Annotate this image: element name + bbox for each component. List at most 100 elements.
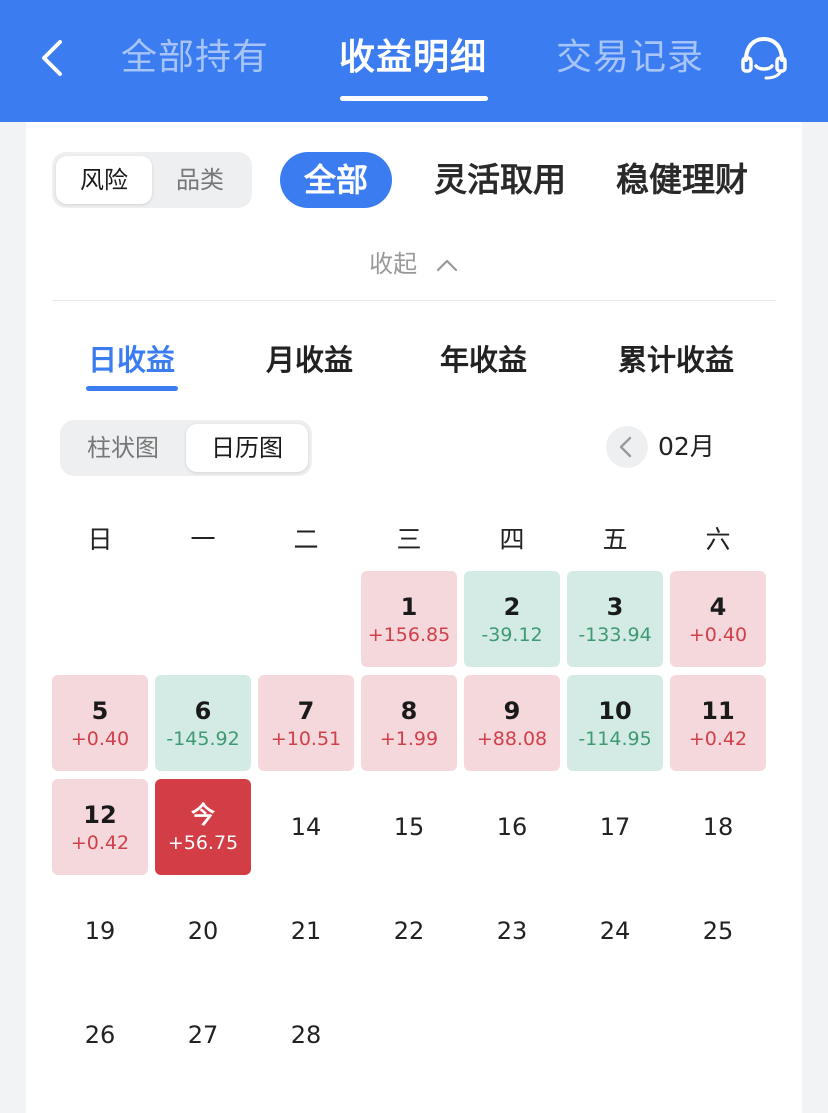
calendar-day[interactable]: 10 -114.95 <box>567 675 663 771</box>
calendar-day[interactable]: 1 +156.85 <box>361 571 457 667</box>
day-earnings-value: -39.12 <box>481 624 543 646</box>
day-number: 23 <box>496 917 528 945</box>
tab-all-holdings[interactable]: 全部持有 <box>121 32 269 84</box>
calendar-day[interactable]: 27 <box>155 987 251 1083</box>
headset-icon[interactable] <box>738 34 790 82</box>
tab-earnings-detail[interactable]: 收益明细 <box>339 32 487 84</box>
day-earnings-value: +88.08 <box>476 728 548 750</box>
period-tab-indicator <box>86 386 178 391</box>
tab-monthly-earnings[interactable]: 月收益 <box>266 336 353 384</box>
calendar-day[interactable]: 9 +88.08 <box>464 675 560 771</box>
day-number: 17 <box>599 813 631 841</box>
calendar-day[interactable]: 11 +0.42 <box>670 675 766 771</box>
day-earnings-value: -145.92 <box>166 728 240 750</box>
day-number: 1 <box>400 593 418 621</box>
day-number: 5 <box>91 697 109 725</box>
weekday-label: 一 <box>190 525 216 554</box>
day-earnings-value: +0.42 <box>688 728 748 750</box>
day-number: 10 <box>598 697 632 725</box>
segment-category[interactable]: 品类 <box>152 156 248 204</box>
calendar-day[interactable]: 18 <box>670 779 766 875</box>
collapse-toggle[interactable]: 收起 <box>26 240 802 288</box>
day-number: 6 <box>194 697 212 725</box>
calendar-day[interactable]: 24 <box>567 883 663 979</box>
tab-yearly-earnings[interactable]: 年收益 <box>440 336 527 384</box>
calendar-day[interactable]: 2 -39.12 <box>464 571 560 667</box>
calendar-day[interactable]: 3 -133.94 <box>567 571 663 667</box>
day-number: 15 <box>393 813 425 841</box>
month-label: 02月 <box>658 432 715 461</box>
category-flexible[interactable]: 灵活取用 <box>434 152 566 208</box>
day-earnings-value: +0.42 <box>70 832 130 854</box>
day-number: 8 <box>400 697 418 725</box>
tab-cumulative-earnings[interactable]: 累计收益 <box>618 336 734 384</box>
calendar-day[interactable]: 16 <box>464 779 560 875</box>
day-number: 4 <box>709 593 727 621</box>
day-number: 7 <box>297 697 315 725</box>
day-number: 26 <box>84 1021 116 1049</box>
day-number: 11 <box>701 697 735 725</box>
day-number: 19 <box>84 917 116 945</box>
calendar-day[interactable]: 8 +1.99 <box>361 675 457 771</box>
calendar-day[interactable]: 20 <box>155 883 251 979</box>
day-earnings-value: +1.99 <box>379 728 439 750</box>
weekday-label: 六 <box>705 525 731 554</box>
view-toggle: 柱状图 日历图 <box>60 420 312 476</box>
chevron-left-icon[interactable] <box>34 36 74 80</box>
day-number: 20 <box>187 917 219 945</box>
day-earnings-value: -133.94 <box>578 624 652 646</box>
calendar-day[interactable]: 28 <box>258 987 354 1083</box>
segment-risk[interactable]: 风险 <box>56 156 152 204</box>
day-number: 24 <box>599 917 631 945</box>
calendar-day[interactable]: 15 <box>361 779 457 875</box>
day-earnings-value: +10.51 <box>270 728 342 750</box>
weekday-label: 二 <box>293 525 319 554</box>
weekday-label: 四 <box>499 525 525 554</box>
calendar-day[interactable]: 19 <box>52 883 148 979</box>
calendar-day[interactable]: 6 -145.92 <box>155 675 251 771</box>
day-number: 12 <box>83 801 117 829</box>
day-earnings-value: +56.75 <box>167 832 239 854</box>
calendar-day-today[interactable]: 今 +56.75 <box>155 779 251 875</box>
day-number: 3 <box>606 593 624 621</box>
top-nav-bar: 全部持有 收益明细 交易记录 <box>0 0 828 122</box>
day-earnings-value: +0.40 <box>70 728 130 750</box>
view-calendar[interactable]: 日历图 <box>186 424 308 472</box>
calendar-day[interactable]: 25 <box>670 883 766 979</box>
category-all-pill[interactable]: 全部 <box>280 152 392 208</box>
collapse-label: 收起 <box>369 250 418 278</box>
active-tab-indicator <box>340 96 488 101</box>
calendar-day[interactable]: 4 +0.40 <box>670 571 766 667</box>
tab-transaction-records[interactable]: 交易记录 <box>556 32 704 84</box>
calendar-day[interactable]: 23 <box>464 883 560 979</box>
day-earnings-value: -114.95 <box>578 728 652 750</box>
day-number: 25 <box>702 917 734 945</box>
day-number: 9 <box>503 697 521 725</box>
tab-daily-earnings[interactable]: 日收益 <box>88 336 175 384</box>
calendar-day[interactable]: 5 +0.40 <box>52 675 148 771</box>
day-number: 14 <box>290 813 322 841</box>
calendar-day[interactable]: 21 <box>258 883 354 979</box>
calendar-day[interactable]: 7 +10.51 <box>258 675 354 771</box>
day-number: 18 <box>702 813 734 841</box>
day-number: 21 <box>290 917 322 945</box>
weekday-label: 三 <box>396 525 422 554</box>
day-number: 2 <box>503 593 521 621</box>
day-number: 28 <box>290 1021 322 1049</box>
calendar-day[interactable]: 22 <box>361 883 457 979</box>
day-earnings-value: +0.40 <box>688 624 748 646</box>
calendar-day[interactable]: 12 +0.42 <box>52 779 148 875</box>
calendar-day[interactable]: 26 <box>52 987 148 1083</box>
prev-month-button[interactable] <box>606 426 648 468</box>
weekday-label: 日 <box>87 525 113 554</box>
category-stable[interactable]: 稳健理财 <box>616 152 748 208</box>
calendar-day[interactable]: 14 <box>258 779 354 875</box>
chevron-up-icon <box>436 259 457 272</box>
divider <box>52 300 776 301</box>
content-card: 风险 品类 全部 灵活取用 稳健理财 收起 日收益 月收益 年收益 累计收益 柱… <box>26 122 802 1113</box>
calendar-day[interactable]: 17 <box>567 779 663 875</box>
day-earnings-value: +156.85 <box>367 624 451 646</box>
weekday-label: 五 <box>602 525 628 554</box>
day-number: 16 <box>496 813 528 841</box>
view-bar-chart[interactable]: 柱状图 <box>64 424 182 472</box>
